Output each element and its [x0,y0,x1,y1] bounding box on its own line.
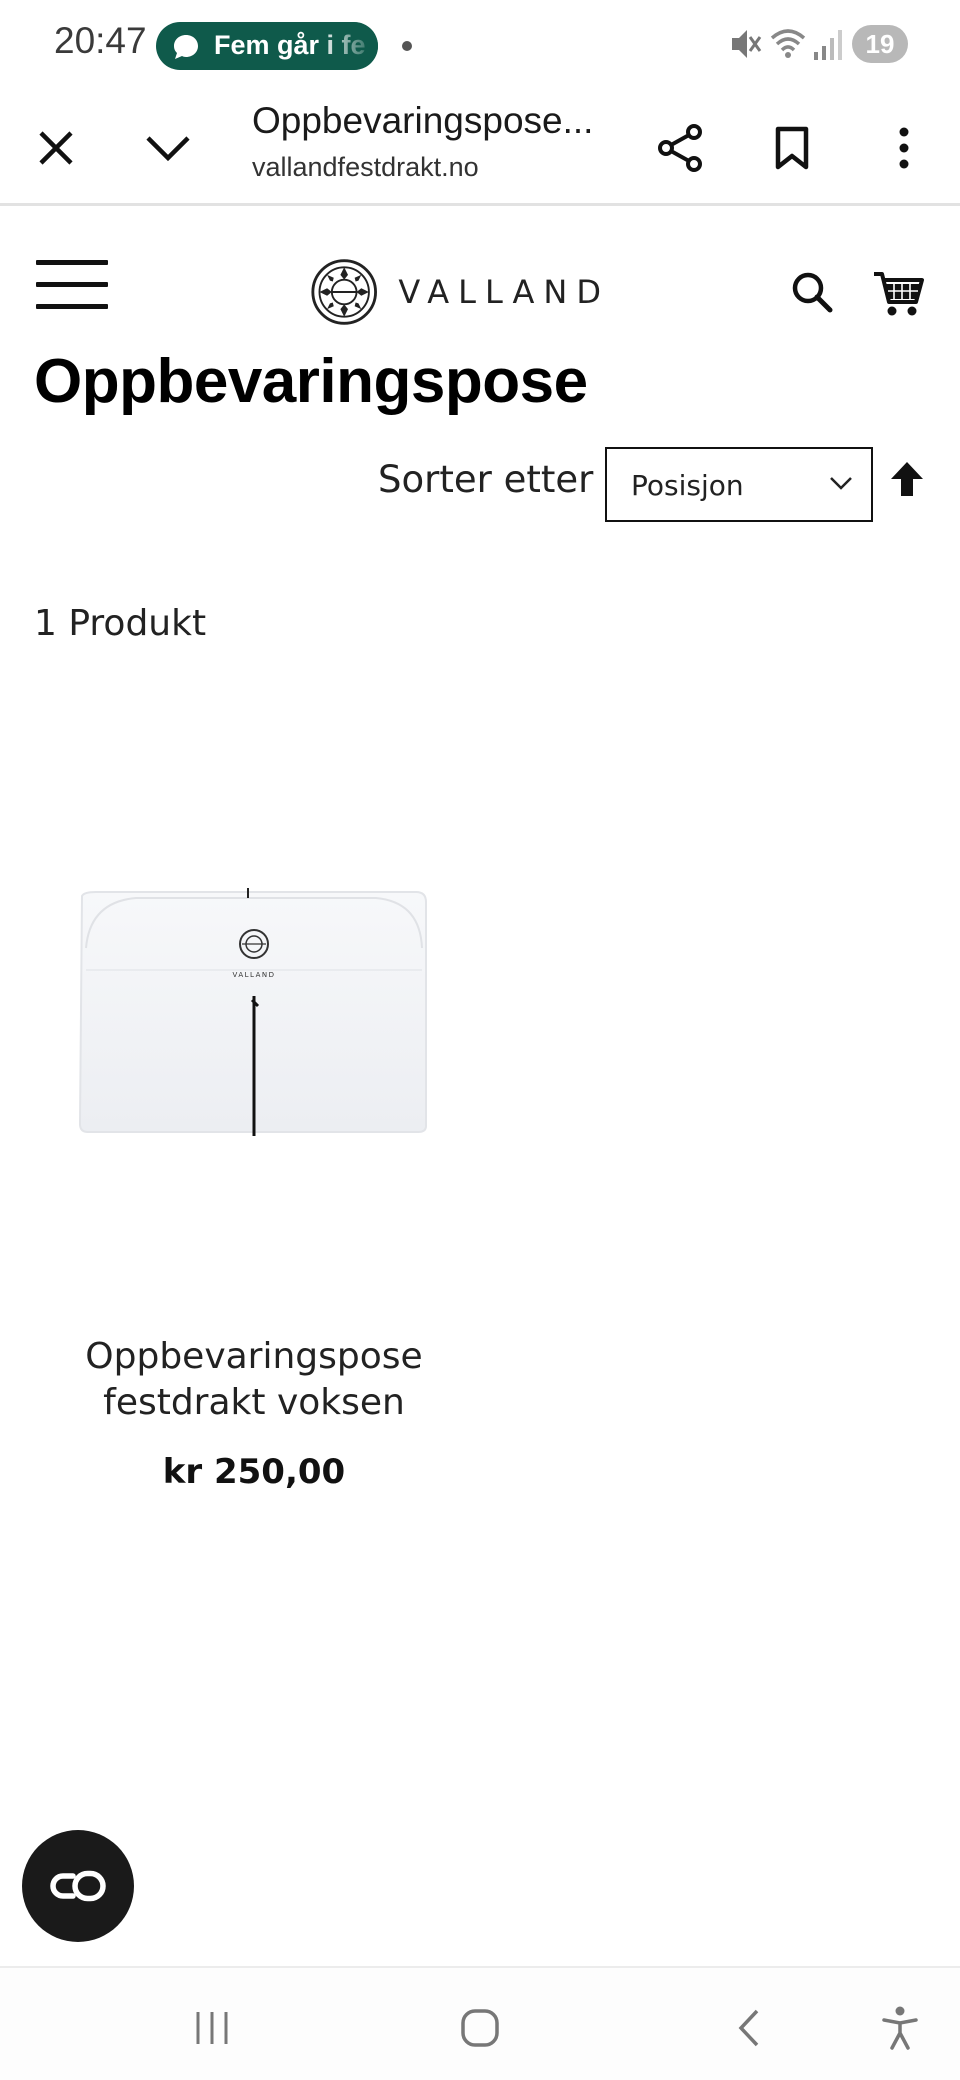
chevron-down-icon [830,477,852,490]
browser-toolbar: Oppbevaringspose... vallandfestdrakt.no [0,92,960,206]
browser-page-title[interactable]: Oppbevaringspose... [252,100,612,142]
home-button[interactable] [450,1998,510,2058]
status-bar: 20:47 Fem går i fe 19 [0,0,960,92]
page-title: Oppbevaringspose [34,347,588,416]
menu-line-icon [36,304,108,309]
close-tab-button[interactable] [22,114,90,182]
bookmark-button[interactable] [758,114,826,182]
wifi-icon [770,29,806,58]
notification-fade [318,22,378,70]
garment-bag-image: VALLAND [78,888,427,1136]
share-icon [658,124,702,172]
battery-indicator: 19 [852,25,908,63]
cart-button[interactable] [872,268,926,322]
more-icon [899,127,909,169]
menu-line-icon [36,282,108,287]
bookmark-icon [775,126,809,170]
sort-label: Sorter etter [378,458,594,501]
signal-icon [814,30,842,60]
chat-button[interactable] [22,1830,134,1942]
back-icon [738,2009,759,2047]
logo-text: VALLAND [398,273,610,311]
sort-direction-button[interactable] [888,460,926,500]
accessibility-button[interactable] [870,1998,930,2058]
bag-logo-text: VALLAND [232,971,275,979]
chevron-down-icon [146,136,190,162]
product-name[interactable]: Oppbevaringspose festdrakt voksen [34,1334,474,1426]
product-count: 1 Produkt [34,603,207,644]
mute-icon [732,30,762,58]
status-time: 20:47 [54,20,147,61]
notification-pill[interactable]: Fem går i fe [156,22,378,70]
recent-apps-button[interactable] [182,1998,242,2058]
system-nav-bar [0,1966,960,2080]
sort-selected-value: Posisjon [631,469,744,502]
site-header: VALLAND [0,208,960,348]
browser-url[interactable]: vallandfestdrakt.no [252,152,479,183]
accessibility-icon [882,2006,918,2050]
recent-apps-icon [196,2012,228,2044]
chat-logo-icon [50,1870,106,1902]
search-icon [792,272,833,313]
notification-dot [402,41,412,51]
more-button[interactable] [870,114,938,182]
product-price: kr 250,00 [162,1452,346,1492]
product-card[interactable]: VALLAND Oppbevaringspose festdrakt vokse… [34,740,474,1500]
search-button[interactable] [790,270,840,320]
menu-button[interactable] [36,260,108,316]
sort-select[interactable]: Posisjon [605,447,873,522]
back-button[interactable] [718,1998,778,2058]
menu-line-icon [36,260,108,265]
site-logo[interactable]: VALLAND [310,256,610,328]
cart-icon [874,272,924,316]
arrow-up-icon [891,462,923,496]
valland-emblem-icon [311,259,377,325]
share-button[interactable] [646,114,714,182]
expand-button[interactable] [134,114,202,182]
chat-bubble-icon [174,35,198,59]
close-icon [39,131,73,165]
product-image[interactable]: VALLAND [76,888,432,1136]
home-icon [461,2009,499,2047]
